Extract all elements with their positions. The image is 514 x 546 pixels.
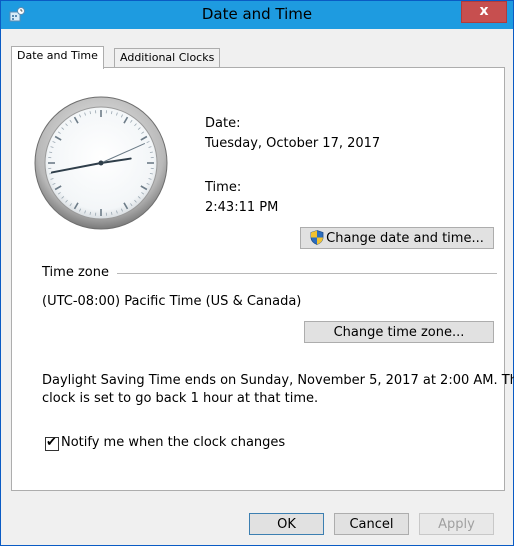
tab-panel: Date: Tuesday, October 17, 2017 Time: 2:… <box>11 67 514 491</box>
cancel-button[interactable]: Cancel <box>334 513 409 535</box>
cancel-label: Cancel <box>349 517 394 532</box>
close-button[interactable]: x <box>461 1 507 23</box>
title-bar[interactable]: Date and Time x <box>1 1 513 29</box>
date-value: Tuesday, October 17, 2017 <box>205 136 381 151</box>
time-zone-section-label: Time zone <box>42 265 109 280</box>
date-time-dialog: Date and Time x Date and Time Additional… <box>0 0 514 546</box>
uac-shield-icon <box>310 230 324 245</box>
change-date-time-button[interactable]: Change date and time... <box>300 227 494 249</box>
tab-date-and-time[interactable]: Date and Time <box>11 46 104 69</box>
ok-button[interactable]: OK <box>249 513 324 535</box>
window-title: Date and Time <box>201 5 313 23</box>
notify-checkbox[interactable]: ✔ <box>45 435 59 451</box>
time-zone-divider <box>117 273 497 274</box>
dst-notice-line-2: clock is set to go back 1 hour at that t… <box>42 391 319 406</box>
date-label: Date: <box>205 116 241 131</box>
ok-label: OK <box>277 517 296 532</box>
time-value: 2:43:11 PM <box>205 200 279 215</box>
notify-label[interactable]: Notify me when the clock changes <box>61 435 285 450</box>
change-time-zone-label: Change time zone... <box>333 325 465 340</box>
tab-label: Additional Clocks <box>120 51 215 64</box>
apply-label: Apply <box>438 517 475 532</box>
analog-clock <box>33 95 169 231</box>
clock-face-icon <box>34 96 168 230</box>
change-time-zone-button[interactable]: Change time zone... <box>304 321 494 343</box>
time-label: Time: <box>205 180 242 195</box>
dst-notice-line-1: Daylight Saving Time ends on Sunday, Nov… <box>42 373 514 388</box>
tab-label: Date and Time <box>17 49 98 62</box>
time-zone-value: (UTC-08:00) Pacific Time (US & Canada) <box>42 294 302 309</box>
tab-additional-clocks[interactable]: Additional Clocks <box>114 48 221 69</box>
checkmark-icon: ✔ <box>46 435 57 450</box>
apply-button[interactable]: Apply <box>419 513 494 535</box>
change-date-time-label: Change date and time... <box>326 231 484 246</box>
